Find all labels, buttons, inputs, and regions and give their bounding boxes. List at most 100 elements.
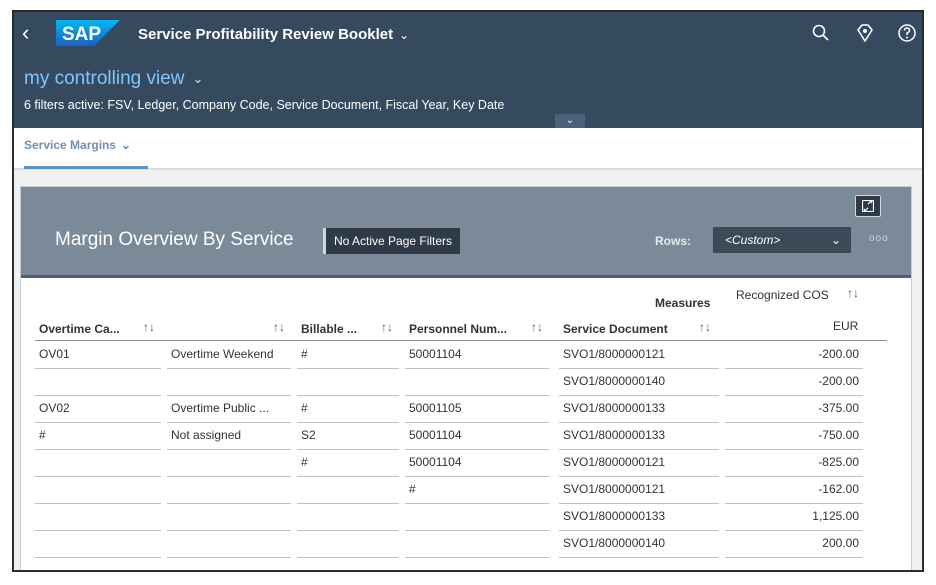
sort-icon[interactable]: ↑↓ [699,320,711,334]
cell-recognized-cos: 200.00 [725,531,863,558]
cell-service-document: SVO1/8000000121 [559,477,719,504]
cell-personnel-number [405,504,549,531]
cell-overtime-category [35,531,161,558]
margin-table: Recognized COS ↑↓ Measures EUR Overtime … [21,278,911,570]
column-header-personnel-number[interactable]: Personnel Num... [409,322,507,336]
cell-overtime-category: OV01 [35,342,161,369]
cell-overtime-text: Overtime Public ... [167,396,291,423]
page-content: Margin Overview By Service No Active Pag… [14,170,922,570]
page-filter-button[interactable]: No Active Page Filters [323,228,461,254]
cell-personnel-number: 50001104 [405,450,549,477]
cell-billable: # [297,396,399,423]
cell-service-document: SVO1/8000000133 [559,423,719,450]
rows-select[interactable]: <Custom> ⌄ [713,227,851,253]
feedback-icon[interactable] [854,22,876,44]
cell-personnel-number: # [405,477,549,504]
cell-billable [297,477,399,504]
cell-recognized-cos: -825.00 [725,450,863,477]
sap-logo-text: SAP [62,24,101,45]
cell-personnel-number: 50001105 [405,396,549,423]
cell-billable [297,369,399,396]
cell-service-document: SVO1/8000000121 [559,342,719,369]
cell-personnel-number [405,369,549,396]
cell-recognized-cos: -200.00 [725,369,863,396]
cell-overtime-category: OV02 [35,396,161,423]
collapse-header-button[interactable]: ⌄ [555,114,585,128]
help-icon[interactable] [896,22,918,44]
table-row[interactable]: #50001104 SVO1/8000000121 -825.00 [21,450,911,477]
fullscreen-icon[interactable] [855,195,881,217]
sort-icon[interactable]: ↑↓ [381,320,393,334]
sort-icon[interactable]: ↑↓ [143,320,155,334]
tab-service-margins[interactable]: Service Margins ⌄ [24,138,131,152]
search-icon[interactable] [810,22,832,44]
cell-overtime-text: Not assigned [167,423,291,450]
cell-billable: # [297,342,399,369]
cell-service-document: SVO1/8000000133 [559,504,719,531]
sort-icon[interactable]: ↑↓ [531,320,543,334]
cell-recognized-cos: 1,125.00 [725,504,863,531]
cell-recognized-cos: -200.00 [725,342,863,369]
sort-icon[interactable]: ↑↓ [273,320,285,334]
app-title-menu[interactable]: Service Profitability Review Booklet ⌄ [138,26,409,43]
chevron-down-icon: ⌄ [192,71,204,86]
back-button[interactable]: ‹ [22,22,29,44]
tab-bar: Service Margins ⌄ [14,128,922,170]
cell-recognized-cos: -162.00 [725,477,863,504]
cell-overtime-text [167,450,291,477]
cell-overtime-text [167,477,291,504]
table-row[interactable]: # Not assigned S2 50001104 SVO1/8000000133 -7… [21,423,911,450]
sort-icon[interactable]: ↑↓ [847,286,859,300]
cell-personnel-number [405,531,549,558]
view-name: my controlling view [24,68,185,89]
cell-overtime-category: # [35,423,161,450]
table-row[interactable]: OV01 Overtime Weekend #50001104 SVO1/800000… [21,342,911,369]
cell-billable [297,531,399,558]
table-row[interactable]: OV02 Overtime Public ... #50001105 SVO1/800… [21,396,911,423]
measures-label: Measures [655,296,711,310]
cell-billable [297,504,399,531]
table-row[interactable]: SVO1/8000000140 -200.00 [21,369,911,396]
rows-select-value: <Custom> [725,233,781,247]
cell-overtime-text [167,504,291,531]
card-header: Margin Overview By Service No Active Pag… [21,187,911,275]
more-options-button[interactable]: ooo [869,233,889,244]
cell-service-document: SVO1/8000000140 [559,531,719,558]
cell-service-document: SVO1/8000000133 [559,396,719,423]
cell-billable: # [297,450,399,477]
card-title: Margin Overview By Service [55,229,294,250]
column-header-service-document[interactable]: Service Document [563,322,668,336]
measure-name: Recognized COS [736,288,829,302]
chevron-down-icon: ⌄ [399,27,410,42]
tab-selected-indicator [24,166,148,169]
cell-service-document: SVO1/8000000121 [559,450,719,477]
tab-label: Service Margins [24,138,117,152]
chevron-down-icon: ⌄ [121,138,132,152]
cell-overtime-category [35,369,161,396]
page-header: my controlling view ⌄ 6 filters active: … [14,58,922,128]
rows-label: Rows: [655,234,691,248]
sap-logo[interactable]: SAP [56,20,120,46]
table-row[interactable]: SVO1/8000000140 200.00 [21,531,911,558]
column-header-billable[interactable]: Billable ... [301,322,357,336]
cell-overtime-text [167,369,291,396]
cell-billable: S2 [297,423,399,450]
cell-personnel-number: 50001104 [405,342,549,369]
cell-recognized-cos: -750.00 [725,423,863,450]
cell-overtime-category [35,450,161,477]
active-filters-text: 6 filters active: FSV, Ledger, Company C… [24,98,505,112]
view-selector[interactable]: my controlling view ⌄ [24,68,203,90]
cell-service-document: SVO1/8000000140 [559,369,719,396]
cell-recognized-cos: -375.00 [725,396,863,423]
app-title: Service Profitability Review Booklet [138,26,394,43]
table-header-divider [35,340,887,341]
shell-bar: ‹ SAP Service Profitability Review Bookl… [14,12,922,58]
cell-overtime-category [35,504,161,531]
app-frame: ‹ SAP Service Profitability Review Bookl… [12,10,924,572]
cell-overtime-text [167,531,291,558]
currency-label: EUR [833,319,859,333]
table-row[interactable]: SVO1/8000000133 1,125.00 [21,504,911,531]
column-header-overtime-category[interactable]: Overtime Ca... [39,322,120,336]
cell-personnel-number: 50001104 [405,423,549,450]
table-row[interactable]: # SVO1/8000000121 -162.00 [21,477,911,504]
